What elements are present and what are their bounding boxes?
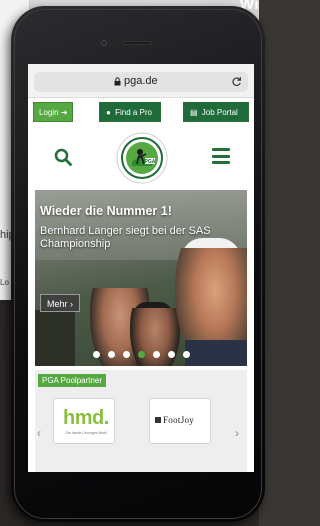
- url-text[interactable]: pga.de: [124, 75, 158, 87]
- login-button[interactable]: Login ➜: [33, 102, 73, 122]
- hero-subtitle: Bernhard Langer siegt bei der SAS Champi…: [40, 225, 211, 250]
- slider-dot[interactable]: [92, 351, 100, 358]
- job-portal-button[interactable]: ▤ Job Portal: [183, 102, 249, 122]
- find-pro-button[interactable]: ● Find a Pro: [99, 102, 161, 122]
- top-action-bar: Login ➜ ● Find a Pro ▤ Job Portal: [28, 102, 254, 124]
- pga-logo[interactable]: PGA: [116, 132, 168, 184]
- chevron-left-icon[interactable]: ‹: [37, 426, 41, 440]
- partner-section: PGA Poolpartner ‹ hmd. Die Ideale Lösung…: [35, 370, 247, 472]
- login-icon: ➜: [60, 108, 68, 117]
- more-button[interactable]: Mehr ›: [40, 294, 81, 312]
- reload-icon[interactable]: [231, 76, 242, 87]
- smartphone: pga.de Login ➜ ● Find a Pro ▤ Job Portal: [11, 6, 265, 522]
- slider-dot[interactable]: [167, 351, 175, 358]
- search-icon[interactable]: [54, 148, 72, 166]
- partner-section-label: PGA Poolpartner: [38, 374, 107, 387]
- slider-dot[interactable]: [122, 351, 130, 358]
- svg-text:PGA: PGA: [145, 159, 156, 165]
- slider-dot[interactable]: [182, 351, 190, 358]
- slider-dot[interactable]: [137, 351, 145, 358]
- hero-photo-spectator: [35, 310, 75, 366]
- hero-slider[interactable]: Wieder die Nummer 1! Bernhard Langer sie…: [35, 190, 247, 366]
- browser-url-bar: pga.de: [28, 64, 254, 98]
- hmd-tagline: Die Ideale Lösungen Wahl: [65, 431, 107, 435]
- chevron-right-icon: ›: [70, 299, 74, 309]
- hamburger-menu-icon[interactable]: [212, 148, 230, 164]
- phone-screen: pga.de Login ➜ ● Find a Pro ▤ Job Portal: [28, 64, 254, 472]
- job-card-icon: ▤: [190, 108, 198, 117]
- earpiece-speaker: [122, 41, 152, 45]
- site-header: PGA: [28, 128, 254, 186]
- location-pin-icon: ●: [106, 108, 111, 117]
- front-camera: [101, 40, 107, 46]
- partner-card-hmd[interactable]: hmd. Die Ideale Lösungen Wahl: [53, 398, 115, 444]
- hero-title: Wieder die Nummer 1!: [40, 204, 172, 218]
- login-label: Login: [39, 108, 59, 117]
- lock-icon: [114, 77, 121, 86]
- hmd-logo: hmd.: [63, 407, 109, 429]
- more-button-label: Mehr: [47, 299, 68, 309]
- slider-pagination: [35, 345, 247, 358]
- slider-dot[interactable]: [152, 351, 160, 358]
- job-portal-label: Job Portal: [201, 108, 238, 117]
- chevron-right-icon[interactable]: ›: [235, 426, 239, 440]
- partner-card-footjoy[interactable]: FootJoy: [149, 398, 211, 444]
- slider-dot[interactable]: [107, 351, 115, 358]
- footjoy-logo: FootJoy: [155, 415, 194, 425]
- find-pro-label: Find a Pro: [115, 108, 152, 117]
